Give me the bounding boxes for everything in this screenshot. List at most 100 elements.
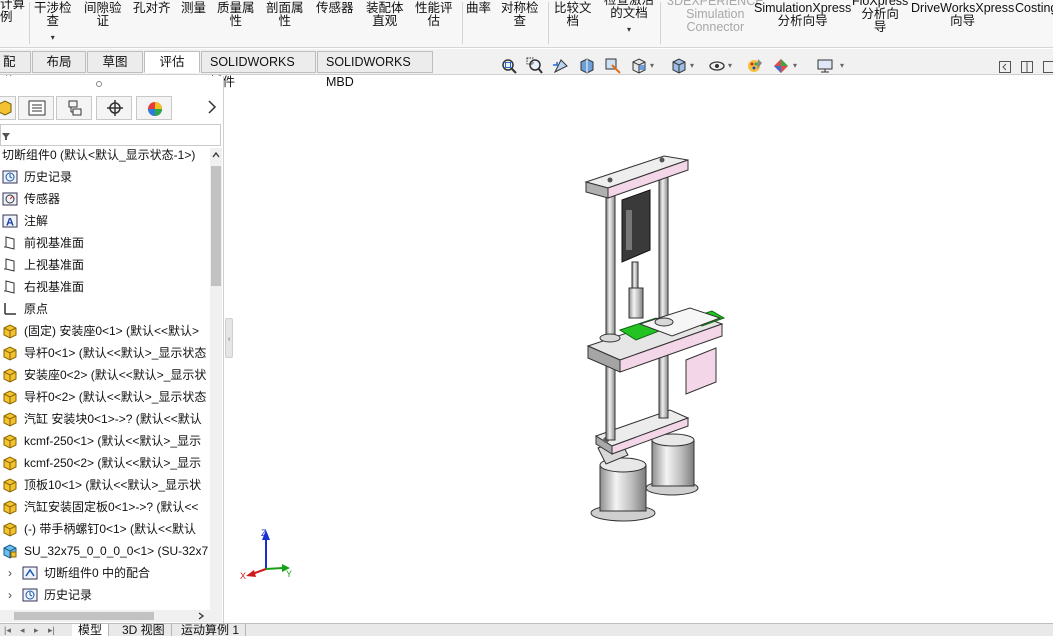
- tree-item[interactable]: 导杆0<1> (默认<<默认>_显示状态: [0, 342, 210, 364]
- tree-item[interactable]: 顶板10<1> (默认<<默认>_显示状: [0, 474, 210, 496]
- tab-model[interactable]: 模型: [72, 624, 110, 636]
- tree-item[interactable]: 传感器: [0, 188, 210, 210]
- tree-item[interactable]: kcmf-250<1> (默认<<默认>_显示: [0, 430, 210, 452]
- display-manager-tab[interactable]: [136, 96, 172, 120]
- tree-item[interactable]: 前视基准面: [0, 232, 210, 254]
- chevron-down-icon[interactable]: ▾: [793, 61, 797, 70]
- expand-arrow-icon[interactable]: ›: [8, 562, 12, 584]
- dynamic-annotation-icon[interactable]: [604, 57, 622, 75]
- tree-item[interactable]: kcmf-250<2> (默认<<默认>_显示: [0, 452, 210, 474]
- tree-item[interactable]: 导杆0<2> (默认<<默认>_显示状态: [0, 386, 210, 408]
- chevron-down-icon[interactable]: ▾: [728, 61, 732, 70]
- tree-item[interactable]: 汽缸 安装块0<1>->? (默认<<默认: [0, 408, 210, 430]
- ribbon-item-11-button[interactable]: 比较文 档: [554, 2, 592, 28]
- panel-splitter[interactable]: ‹: [225, 318, 233, 358]
- tree-item[interactable]: › 切断组件0 中的配合: [0, 562, 210, 584]
- air-cylinder[interactable]: [621, 189, 651, 319]
- previous-view-icon[interactable]: [552, 57, 570, 75]
- restore-icon[interactable]: [998, 60, 1012, 74]
- tree-item[interactable]: 汽缸安装固定板0<1>->? (默认<<: [0, 496, 210, 518]
- tree-item[interactable]: (固定) 安装座0<1> (默认<<默认>: [0, 320, 210, 342]
- ribbon-item-4-button[interactable]: 质量属 性: [217, 2, 255, 28]
- mount-base-right[interactable]: [645, 433, 699, 496]
- tile-icon[interactable]: [1020, 60, 1034, 74]
- scrollbar-thumb[interactable]: [14, 612, 154, 620]
- cutter-blade[interactable]: [685, 347, 717, 395]
- chevron-right-icon[interactable]: [207, 100, 217, 114]
- tab-assembly[interactable]: 配体: [0, 51, 31, 89]
- chevron-down-icon[interactable]: ▾: [840, 61, 844, 70]
- chevron-down-icon[interactable]: ▾: [690, 61, 694, 70]
- prev-tab-icon[interactable]: ◂: [20, 625, 25, 636]
- tree-item[interactable]: 安装座0<2> (默认<<默认>_显示状: [0, 364, 210, 386]
- tab-sketch[interactable]: 草图: [87, 51, 143, 73]
- ribbon-item-16-button[interactable]: DriveWorksXpress 向导: [911, 2, 1014, 28]
- tab-solidworks-addins[interactable]: SOLIDWORKS 插件: [201, 51, 316, 89]
- section-view-icon[interactable]: [578, 57, 596, 75]
- tree-filter[interactable]: [0, 124, 221, 146]
- tab-motion-study[interactable]: 运动算例 1: [175, 624, 247, 636]
- ribbon-item-15-button[interactable]: FloXpress 分析向 导: [852, 0, 908, 34]
- ribbon-item-10-button[interactable]: 对称检 查: [501, 2, 539, 28]
- display-style-icon[interactable]: [670, 57, 688, 75]
- tree-item[interactable]: A 注解: [0, 210, 210, 232]
- scroll-right-icon[interactable]: [197, 612, 205, 620]
- ribbon-item-3-button[interactable]: 测量: [181, 2, 206, 15]
- scroll-up-icon[interactable]: [212, 151, 220, 159]
- last-tab-icon[interactable]: ▸|: [48, 625, 55, 636]
- ribbon-item-1-button[interactable]: 间隙验 证: [84, 2, 122, 28]
- tree-item[interactable]: SU_32x75_0_0_0_0<1> (SU-32x7: [0, 540, 210, 562]
- mount-base-left[interactable]: [590, 439, 656, 522]
- ribbon-item-8-button[interactable]: 性能评 估: [415, 2, 453, 28]
- maximize-icon[interactable]: [1042, 60, 1053, 74]
- zoom-to-area-icon[interactable]: [526, 57, 544, 75]
- tree-item[interactable]: (-) 带手柄螺钉0<1> (默认<<默认: [0, 518, 210, 540]
- tree-item[interactable]: 历史记录: [0, 166, 210, 188]
- ribbon-item-0-button[interactable]: 干涉检 查 ▾: [34, 2, 72, 44]
- view-orientation-icon[interactable]: [630, 57, 648, 75]
- ribbon-item-17-button[interactable]: Costing: [1015, 2, 1053, 15]
- tree-item[interactable]: › 历史记录: [0, 584, 210, 606]
- tree-filter-input[interactable]: [13, 127, 213, 143]
- top-plate[interactable]: [584, 155, 689, 199]
- tree-item[interactable]: 切断组件0 (默认<默认_显示状态-1>): [0, 148, 210, 166]
- tree-horizontal-scrollbar[interactable]: [0, 610, 222, 622]
- assembly-model[interactable]: [584, 155, 726, 522]
- tab-evaluate[interactable]: 评估: [144, 51, 200, 73]
- next-tab-icon[interactable]: ▸: [34, 625, 39, 636]
- tree-item[interactable]: 右视基准面: [0, 276, 210, 298]
- ribbon-cut-button[interactable]: 计算 例: [0, 0, 25, 24]
- ribbon-item-9-button[interactable]: 曲率: [466, 2, 491, 15]
- ribbon-item-5-button[interactable]: 剖面属 性: [266, 2, 304, 28]
- ribbon-item-14-button[interactable]: SimulationXpress 分析向导: [754, 2, 851, 28]
- graphics-viewport[interactable]: Z Y X: [234, 78, 1053, 623]
- ribbon-item-12-button[interactable]: 检查激活 的文档 ▾: [604, 0, 654, 36]
- tree-vertical-scrollbar[interactable]: [210, 148, 222, 610]
- tree-item[interactable]: 原点: [0, 298, 210, 320]
- chevron-down-icon[interactable]: ▾: [604, 23, 654, 36]
- guide-rod-left[interactable]: [605, 187, 616, 441]
- view-settings-icon[interactable]: [816, 57, 834, 75]
- expand-arrow-icon[interactable]: ›: [8, 584, 12, 606]
- tab-solidworks-mbd[interactable]: SOLIDWORKS MBD: [317, 51, 433, 89]
- first-tab-icon[interactable]: |◂: [4, 625, 11, 636]
- ribbon-item-7-button[interactable]: 装配体 直观: [366, 2, 404, 28]
- ribbon-item-6-button[interactable]: 传感器: [316, 2, 354, 15]
- guide-rod-right[interactable]: [658, 169, 669, 419]
- tree-item[interactable]: 上视基准面: [0, 254, 210, 276]
- scrollbar-thumb[interactable]: [211, 166, 221, 286]
- feature-manager-tab[interactable]: [0, 96, 16, 120]
- apply-scene-icon[interactable]: [772, 57, 790, 75]
- tab-3d-view[interactable]: 3D 视图: [116, 624, 172, 636]
- dimxpert-manager-tab[interactable]: [96, 96, 132, 120]
- panel-drag-handle[interactable]: [0, 76, 224, 92]
- ribbon-item-2-button[interactable]: 孔对齐: [133, 2, 171, 15]
- chevron-down-icon[interactable]: ▾: [650, 61, 654, 70]
- chevron-down-icon[interactable]: ▾: [34, 31, 72, 44]
- edit-appearance-icon[interactable]: [746, 57, 764, 75]
- property-manager-tab[interactable]: [18, 96, 54, 120]
- tab-layout[interactable]: 布局: [32, 51, 86, 73]
- zoom-to-fit-icon[interactable]: [500, 57, 518, 75]
- configuration-manager-tab[interactable]: [56, 96, 92, 120]
- hide-show-items-icon[interactable]: [708, 57, 726, 75]
